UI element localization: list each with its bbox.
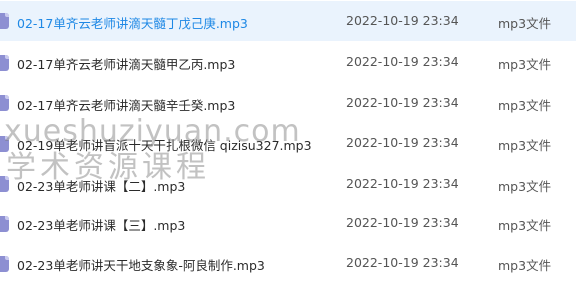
file-type: mp3文件 — [498, 16, 552, 31]
file-name[interactable]: 02-17单齐云老师讲滴天髓甲乙丙.mp3 — [17, 54, 235, 73]
file-row[interactable]: 02-23单老师讲课【二】.mp3 2022-10-19 23:34 mp3文件 — [0, 162, 576, 202]
mp3-file-icon — [0, 95, 9, 111]
file-row[interactable]: 02-23单老师讲课【三】.mp3 2022-10-19 23:34 mp3文件 — [0, 202, 576, 242]
file-type: mp3文件 — [498, 57, 552, 72]
file-type: mp3文件 — [498, 138, 552, 153]
file-name[interactable]: 02-23单老师讲天干地支象象-阿良制作.mp3 — [17, 255, 265, 274]
file-date: 2022-10-19 23:34 — [346, 13, 459, 28]
file-list: 02-17单齐云老师讲滴天髓丁戊己庚.mp3 2022-10-19 23:34 … — [0, 0, 576, 284]
mp3-file-icon — [0, 216, 9, 232]
file-row[interactable]: 02-17单齐云老师讲滴天髓丁戊己庚.mp3 2022-10-19 23:34 … — [0, 1, 576, 41]
file-row[interactable]: 02-23单老师讲天干地支象象-阿良制作.mp3 2022-10-19 23:3… — [0, 242, 576, 282]
file-date: 2022-10-19 23:34 — [346, 255, 459, 270]
file-date: 2022-10-19 23:34 — [346, 135, 459, 150]
file-row[interactable]: 02-19单老师讲盲派十天干扎根微信 qizisu327.mp3 2022-10… — [0, 122, 576, 162]
file-row[interactable]: 02-17单齐云老师讲滴天髓甲乙丙.mp3 2022-10-19 23:34 m… — [0, 41, 576, 81]
mp3-file-icon — [0, 136, 9, 152]
file-name[interactable]: 02-19单老师讲盲派十天干扎根微信 qizisu327.mp3 — [17, 135, 312, 154]
mp3-file-icon — [0, 256, 9, 272]
file-row[interactable]: 02-17单齐云老师讲滴天髓辛壬癸.mp3 2022-10-19 23:34 m… — [0, 82, 576, 122]
file-type: mp3文件 — [498, 258, 552, 273]
file-name[interactable]: 02-23单老师讲课【二】.mp3 — [17, 176, 185, 195]
file-date: 2022-10-19 23:34 — [346, 176, 459, 191]
file-date: 2022-10-19 23:34 — [346, 215, 459, 230]
file-type: mp3文件 — [498, 179, 552, 194]
file-name[interactable]: 02-23单老师讲课【三】.mp3 — [17, 215, 185, 234]
file-type: mp3文件 — [498, 218, 552, 233]
file-name[interactable]: 02-17单齐云老师讲滴天髓辛壬癸.mp3 — [17, 95, 235, 114]
mp3-file-icon — [0, 176, 9, 192]
file-name[interactable]: 02-17单齐云老师讲滴天髓丁戊己庚.mp3 — [17, 13, 248, 32]
file-date: 2022-10-19 23:34 — [346, 54, 459, 69]
mp3-file-icon — [0, 13, 9, 29]
file-date: 2022-10-19 23:34 — [346, 95, 459, 110]
file-type: mp3文件 — [498, 98, 552, 113]
mp3-file-icon — [0, 55, 9, 71]
